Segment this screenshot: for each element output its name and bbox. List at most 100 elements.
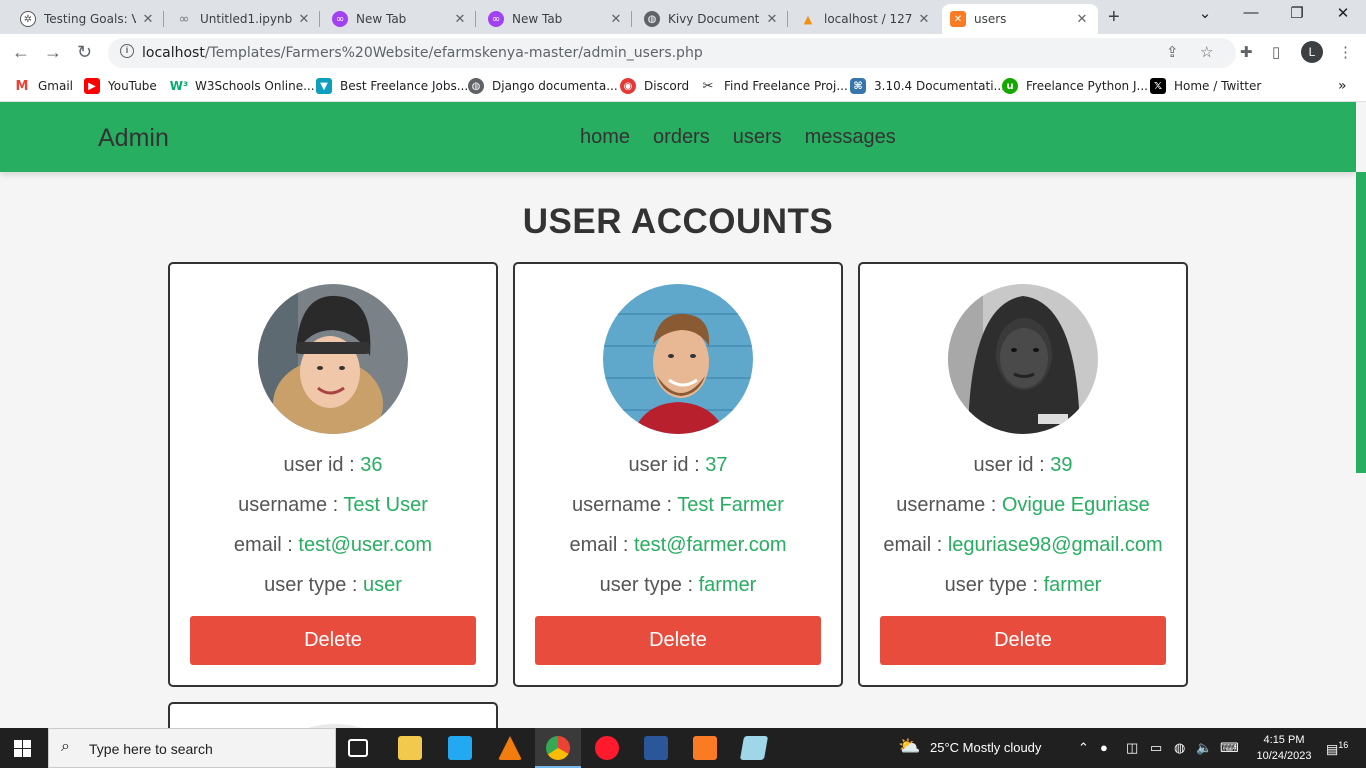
user-card: [168, 702, 498, 728]
close-icon[interactable]: ✕: [140, 12, 156, 27]
nav-home[interactable]: home: [580, 126, 630, 149]
notifications-icon[interactable]: ▤16: [1326, 740, 1348, 757]
delete-button[interactable]: Delete: [880, 616, 1166, 665]
close-icon[interactable]: ✕: [1074, 12, 1090, 27]
notepad-icon[interactable]: [739, 736, 769, 760]
address-bar[interactable]: i localhost/Templates/Farmers%20Website/…: [108, 38, 1236, 68]
bookmark-w3schools[interactable]: W³ W3Schools Online...: [169, 78, 315, 94]
forward-icon[interactable]: →: [44, 42, 62, 63]
email-line: email : test@user.com: [170, 534, 496, 557]
close-icon[interactable]: ✕: [452, 12, 468, 27]
user-type-label: user type :: [944, 574, 1044, 596]
chevron-up-icon[interactable]: ⌃: [1078, 740, 1089, 756]
xampp-icon[interactable]: [693, 736, 717, 760]
new-tab-button[interactable]: +: [1108, 6, 1120, 29]
clock[interactable]: 4:15 PM 10/24/2023: [1246, 732, 1322, 764]
bookmark-python-docs[interactable]: ⌘ 3.10.4 Documentati...: [850, 78, 1005, 94]
task-view-icon[interactable]: [348, 739, 368, 757]
bookmark-freelance-python[interactable]: u Freelance Python J...: [1002, 78, 1148, 94]
window-close-icon[interactable]: ✕: [1320, 4, 1366, 22]
tray-app-icon[interactable]: ●: [1100, 740, 1108, 755]
browser-tab[interactable]: ◍ Kivy Documenta ✕: [636, 4, 788, 34]
minimize-icon[interactable]: —: [1228, 4, 1274, 21]
browser-tab[interactable]: ∞ Untitled1.ipynb - ✕: [168, 4, 320, 34]
tray-app-icon[interactable]: ◫: [1126, 740, 1138, 756]
phpmyadmin-icon: ▲: [803, 12, 813, 26]
side-panel-icon[interactable]: ▯: [1272, 43, 1280, 61]
bookmarks-bar: M Gmail ▶ YouTube W³ W3Schools Online... ▼ B…: [0, 72, 1366, 102]
menu-icon[interactable]: ⋮: [1338, 43, 1353, 61]
globe-icon: ◍: [644, 11, 660, 27]
url-path: /Templates/Farmers%20Website/efarmskenya…: [204, 45, 703, 61]
back-icon[interactable]: ←: [12, 42, 30, 63]
browser-tab[interactable]: ∞ New Tab ✕: [324, 4, 476, 34]
email-value: test@user.com: [298, 534, 433, 556]
email-value: leguriase98@gmail.com: [947, 534, 1163, 556]
taskbar-search-input[interactable]: ⌕ Type here to search: [48, 728, 336, 768]
nav-messages[interactable]: messages: [805, 126, 896, 149]
email-label: email :: [233, 534, 299, 556]
nav-orders[interactable]: orders: [653, 126, 710, 149]
email-label: email :: [883, 534, 948, 556]
word-icon[interactable]: [644, 736, 668, 760]
vscode-icon[interactable]: [448, 736, 472, 760]
vlc-icon[interactable]: [498, 736, 522, 760]
bookmark-find-freelance[interactable]: ✂ Find Freelance Proj...: [700, 78, 848, 94]
weather-text[interactable]: 25°C Mostly cloudy: [930, 740, 1041, 755]
browser-tab[interactable]: ▲ localhost / 127.0 ✕: [792, 4, 940, 34]
user-id-value: 39: [1050, 454, 1073, 476]
keyboard-icon[interactable]: ⌨: [1220, 740, 1239, 756]
opera-icon[interactable]: [595, 736, 619, 760]
new-tab-icon: ∞: [488, 11, 504, 27]
site-info-icon[interactable]: i: [120, 44, 134, 58]
bookmark-discord[interactable]: ◉ Discord: [620, 78, 689, 94]
volume-icon[interactable]: 🔈: [1196, 740, 1212, 756]
nav-users[interactable]: users: [733, 126, 782, 149]
weather-icon[interactable]: ⛅: [898, 736, 920, 757]
close-icon[interactable]: ✕: [764, 12, 780, 27]
w3schools-icon: W³: [169, 79, 189, 93]
restore-icon[interactable]: ❐: [1274, 4, 1320, 22]
delete-button[interactable]: Delete: [190, 616, 476, 665]
globe-icon: ◍: [468, 78, 484, 94]
user-id-value: 37: [705, 454, 728, 476]
browser-tab[interactable]: ∞ New Tab ✕: [480, 4, 632, 34]
close-icon[interactable]: ✕: [916, 12, 932, 27]
site-header: Admin home orders users messages: [0, 102, 1356, 172]
bookmark-twitter[interactable]: 𝕏 Home / Twitter: [1150, 78, 1261, 94]
tab-search-icon[interactable]: ⌄: [1182, 4, 1228, 22]
chrome-icon[interactable]: [546, 736, 570, 760]
reload-icon[interactable]: ↻: [77, 42, 92, 63]
bookmark-gmail[interactable]: M Gmail: [14, 78, 73, 94]
email-line: email : leguriase98@gmail.com: [860, 534, 1186, 557]
bookmark-youtube[interactable]: ▶ YouTube: [84, 78, 157, 94]
profile-avatar[interactable]: L: [1301, 41, 1323, 63]
delete-button[interactable]: Delete: [535, 616, 821, 665]
extensions-icon[interactable]: ✚: [1240, 43, 1253, 61]
battery-icon[interactable]: ▭: [1150, 740, 1162, 756]
scrollbar-thumb[interactable]: [1356, 172, 1366, 473]
bookmark-star-icon[interactable]: ☆: [1200, 43, 1213, 61]
openai-icon: ✲: [20, 11, 36, 27]
email-value: test@farmer.com: [633, 534, 787, 556]
windows-start-icon[interactable]: [14, 740, 31, 757]
bookmark-freelance-jobs[interactable]: ▼ Best Freelance Jobs...: [316, 78, 468, 94]
youtube-icon: ▶: [84, 78, 100, 94]
username-value: Ovigue Eguriase: [1001, 494, 1150, 516]
bookmark-django[interactable]: ◍ Django documenta...: [468, 78, 618, 94]
more-bookmarks-icon[interactable]: »: [1338, 78, 1347, 94]
user-id-label: user id :: [973, 454, 1051, 476]
network-icon[interactable]: ◍: [1174, 740, 1185, 756]
share-icon[interactable]: ⇪: [1166, 43, 1179, 61]
username-label: username :: [572, 494, 678, 516]
page-scrollbar[interactable]: [1356, 102, 1366, 728]
file-explorer-icon[interactable]: [398, 736, 422, 760]
search-placeholder: Type here to search: [89, 741, 213, 757]
bookmark-label: Freelance Python J...: [1026, 79, 1148, 93]
admin-logo[interactable]: Admin: [98, 124, 169, 153]
browser-tab[interactable]: ✲ Testing Goals: Va ✕: [12, 4, 164, 34]
close-icon[interactable]: ✕: [296, 12, 312, 27]
xampp-icon: ✕: [950, 11, 966, 27]
close-icon[interactable]: ✕: [608, 12, 624, 27]
browser-tab-active[interactable]: ✕ users ✕: [942, 4, 1098, 34]
